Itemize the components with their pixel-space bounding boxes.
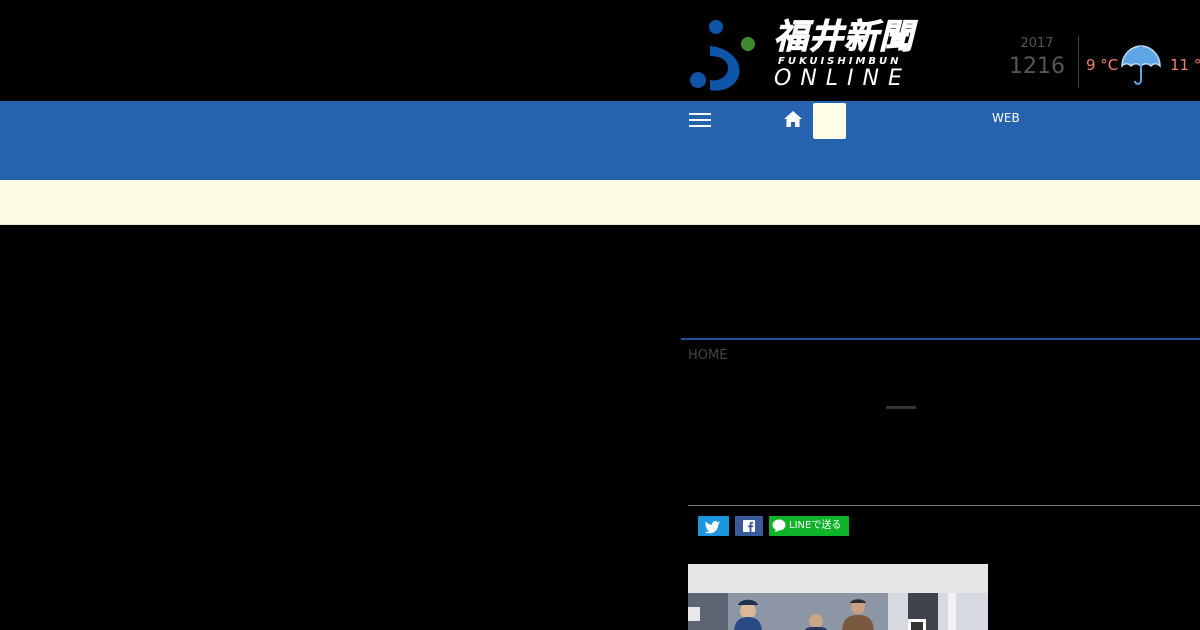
temperature-low: 9 °C [1086,56,1119,74]
share-line-button[interactable]: LINEで送る [769,516,849,536]
date-display: 2017 1216 [1000,36,1074,82]
hamburger-icon[interactable] [689,113,711,127]
date-month-day: 1216 [1009,54,1065,79]
nav-web-link[interactable]: WEB [992,111,1020,125]
home-icon[interactable] [783,109,803,129]
site-header: 福井新聞 FUKUISHIMBUN ONLINE 2017 1216 9 °C … [0,0,1200,101]
logo-online: ONLINE [774,66,911,91]
section-dash [886,406,916,409]
main-nav: WEB [0,101,1200,180]
temperature-high: 11 °C [1170,56,1200,74]
logo-kanji: 福井新聞 [774,17,914,57]
article-rule [688,505,1200,506]
share-facebook-button[interactable] [735,516,763,536]
site-logo-text[interactable]: 福井新聞 FUKUISHIMBUN ONLINE [774,18,934,94]
breadcrumb-home[interactable]: HOME [688,348,727,363]
date-year: 2017 [1020,36,1054,51]
share-twitter-button[interactable] [698,516,729,536]
header-divider [1078,36,1079,88]
article-photo-frame [688,564,988,630]
line-icon [772,519,786,533]
article-photo[interactable] [688,593,988,630]
sub-nav-strip [0,180,1200,225]
twitter-icon [704,521,720,534]
site-logo-mark[interactable] [688,18,758,94]
share-line-label: LINEで送る [789,520,842,531]
content-top-rule [681,338,1200,340]
nav-search-input[interactable] [813,103,846,139]
umbrella-icon [1121,45,1161,85]
facebook-icon [743,520,755,532]
